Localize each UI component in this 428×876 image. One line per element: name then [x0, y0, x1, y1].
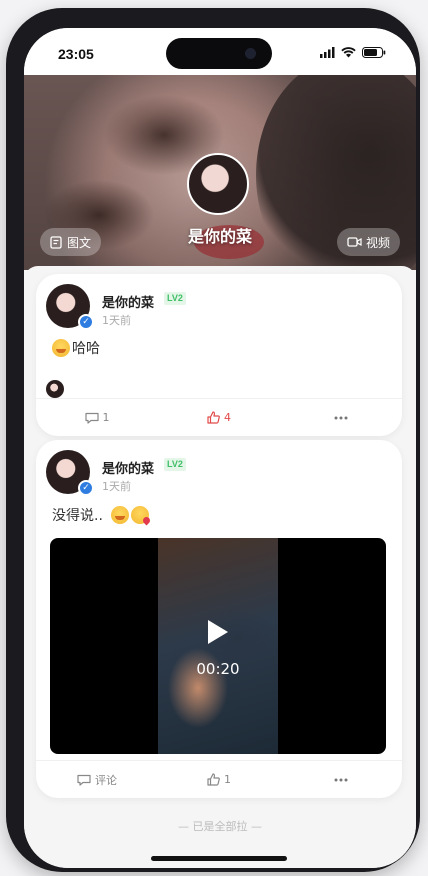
wifi-icon [341, 47, 356, 58]
edit-note-icon [50, 235, 62, 249]
level-badge: LV2 [164, 458, 186, 471]
end-of-list-text: — 已是全部拉 — [178, 820, 262, 833]
post-video-button[interactable]: 视频 [336, 228, 400, 256]
post-feed: ✓ 是你的菜 LV2 1天前 哈哈 1 4 ✓ 是你的菜 LV2 1天前 没得说… [24, 266, 416, 868]
profile-avatar[interactable] [187, 153, 249, 215]
like-button[interactable]: 4 [158, 399, 280, 436]
post-actions: 1 4 [36, 398, 402, 436]
more-button[interactable] [280, 399, 402, 436]
post-text: 哈哈 [52, 338, 100, 358]
comment-count: 1 [102, 411, 110, 424]
verified-badge-icon: ✓ [78, 480, 94, 496]
level-badge: LV2 [164, 292, 186, 305]
camera-icon [245, 48, 256, 59]
profile-cover: 是你的菜 图文 视频 [24, 75, 416, 270]
author-name[interactable]: 是你的菜 [102, 292, 154, 311]
like-button[interactable]: 1 [158, 761, 280, 798]
video-camera-icon [347, 237, 362, 247]
comment-label: 评论 [95, 773, 117, 787]
author-name[interactable]: 是你的菜 [102, 458, 154, 477]
status-icons [320, 47, 386, 58]
shy-emoji-icon [110, 506, 129, 524]
video-duration: 00:20 [196, 660, 240, 678]
post-card[interactable]: ✓ 是你的菜 LV2 1天前 哈哈 1 4 [36, 274, 402, 436]
liker-avatar[interactable] [46, 380, 64, 398]
verified-badge-icon: ✓ [78, 314, 94, 330]
comment-button[interactable]: 评论 [36, 761, 158, 798]
post-image-text-label: 图文 [67, 235, 92, 250]
thumbs-up-icon [207, 773, 220, 786]
video-thumbnail [158, 538, 278, 754]
post-image-text-button[interactable]: 图文 [40, 228, 102, 256]
dynamic-island [166, 38, 272, 69]
post-video-label: 视频 [365, 235, 390, 250]
shy-emoji-icon [52, 339, 70, 357]
kiss-emoji-icon [130, 506, 149, 524]
video-player[interactable]: 00:20 [50, 538, 386, 754]
thumbs-up-icon [207, 411, 220, 424]
signal-icon [320, 47, 335, 58]
post-card[interactable]: ✓ 是你的菜 LV2 1天前 没得说.. 00:20 评论 1 [36, 440, 402, 798]
home-indicator[interactable] [151, 856, 287, 861]
play-icon[interactable] [208, 620, 228, 644]
more-dots-icon [334, 416, 348, 419]
screen: 23:05 是你的菜 图文 视频 ✓ 是你的菜 LV2 1天前 哈哈 1 4 ✓… [24, 28, 416, 868]
status-bar: 23:05 [24, 28, 416, 75]
comment-icon [77, 774, 91, 786]
battery-icon [362, 47, 386, 58]
like-count: 4 [224, 411, 231, 424]
phone-frame: 23:05 是你的菜 图文 视频 ✓ 是你的菜 LV2 1天前 哈哈 1 4 ✓… [6, 8, 420, 872]
post-time: 1天前 [102, 314, 131, 327]
post-text: 没得说.. [52, 505, 149, 525]
post-text-content: 没得说.. [52, 508, 103, 524]
like-count: 1 [224, 773, 231, 786]
post-time: 1天前 [102, 480, 131, 493]
more-button[interactable] [280, 761, 402, 798]
post-text-content: 哈哈 [72, 341, 100, 357]
status-time: 23:05 [58, 46, 94, 62]
post-actions: 评论 1 [36, 760, 402, 798]
comment-icon [84, 412, 99, 424]
comment-button[interactable]: 1 [36, 399, 158, 436]
more-dots-icon [334, 778, 348, 781]
